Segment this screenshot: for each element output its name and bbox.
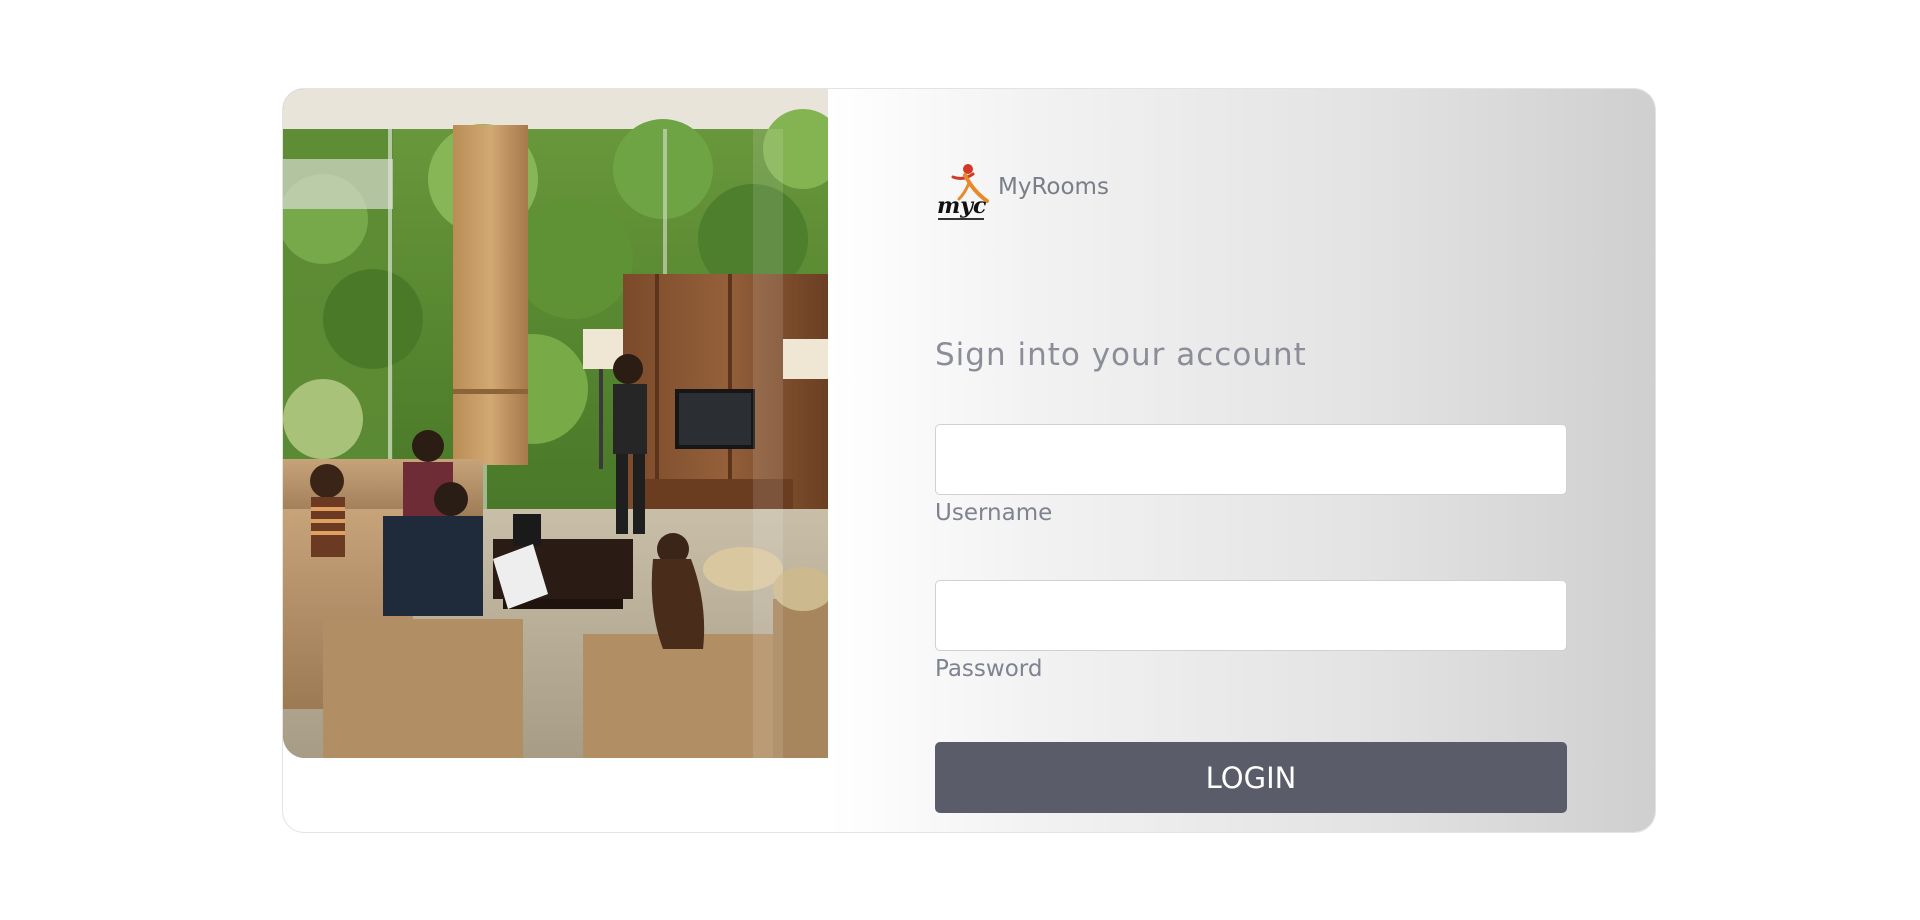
password-input[interactable]	[935, 580, 1567, 651]
lounge-photo	[283, 89, 828, 758]
svg-text:myc: myc	[937, 193, 987, 219]
lounge-photo-illustration	[283, 89, 828, 758]
login-button[interactable]: LOGIN	[935, 742, 1567, 813]
brand: myc MyRooms	[935, 161, 1109, 225]
username-input[interactable]	[935, 424, 1567, 495]
username-label: Username	[935, 500, 1053, 526]
login-card: myc MyRooms Sign into your account Usern…	[282, 88, 1656, 833]
login-panel: myc MyRooms Sign into your account Usern…	[828, 89, 1655, 832]
password-label: Password	[935, 656, 1043, 682]
myc-logo-icon: myc	[937, 164, 989, 220]
page-title: Sign into your account	[935, 337, 1307, 373]
logo-wordmark: myc	[937, 193, 987, 219]
brand-name: MyRooms	[998, 174, 1109, 200]
